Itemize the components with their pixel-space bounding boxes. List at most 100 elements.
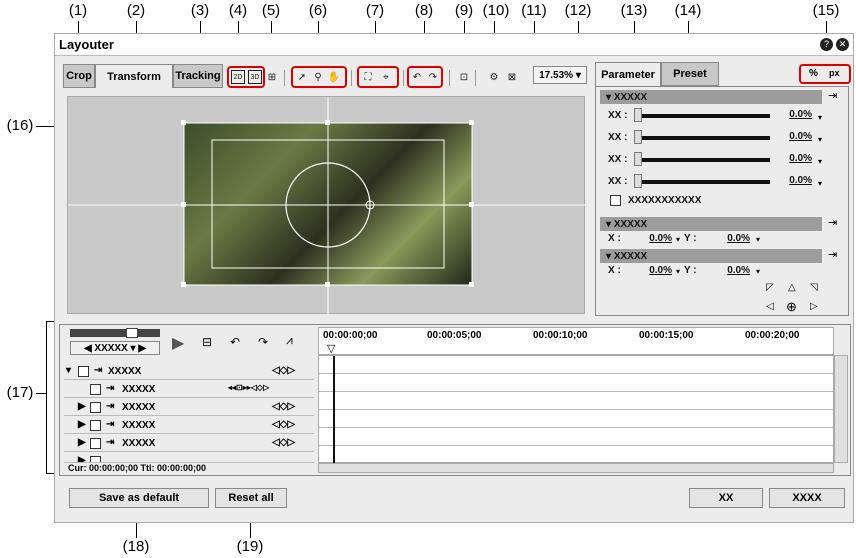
snap-icon[interactable]: ⊡: [457, 70, 471, 84]
unit-toggle: [799, 64, 851, 84]
xx-button[interactable]: XX: [689, 488, 763, 508]
xxxx-button[interactable]: XXXX: [769, 488, 845, 508]
callout-7: (7): [365, 2, 385, 19]
fit-frame-icon[interactable]: ⛶: [361, 70, 375, 84]
callout-5: (5): [261, 2, 281, 19]
track-header: ◀ XXXXX ▾ ▶ ▶ ⊟ ↶ ↷ ⩘: [64, 327, 314, 363]
zoom-slider[interactable]: [70, 329, 160, 337]
timeline-tracks[interactable]: [318, 355, 834, 464]
param-knob-2[interactable]: [634, 130, 642, 144]
tab-tracking[interactable]: Tracking: [173, 64, 223, 88]
v-scrollbar[interactable]: [834, 355, 848, 463]
center-target-icon[interactable]: ⌖: [379, 70, 393, 84]
g2-y-label: Y :: [684, 233, 697, 244]
track-dropdown[interactable]: ◀ XXXXX ▾ ▶: [70, 341, 160, 355]
param-value-1[interactable]: 0.0%: [780, 109, 812, 120]
param-slider-4[interactable]: [636, 180, 770, 184]
g3-y-value[interactable]: 0.0%: [704, 265, 750, 276]
3d-mode-icon[interactable]: 3D: [248, 70, 262, 84]
param-slider-3[interactable]: [636, 158, 770, 162]
zoom-value: 17.53%: [539, 69, 574, 81]
param-slider-2[interactable]: [636, 136, 770, 140]
export-icon-2[interactable]: ⇥: [828, 216, 837, 229]
param-value-4[interactable]: 0.0%: [780, 175, 812, 186]
h-scrollbar[interactable]: [318, 463, 834, 473]
param-value-2[interactable]: 0.0%: [780, 131, 812, 142]
playhead-icon[interactable]: ▽: [327, 342, 335, 355]
g3-x-label: X :: [608, 265, 621, 276]
param-label-2: XX :: [608, 132, 628, 143]
track-row[interactable]: ▶ ⇥ XXXXX ◁◇▷: [64, 399, 314, 416]
callout-14: (14): [674, 2, 702, 19]
undo-icon[interactable]: ↶: [410, 70, 424, 84]
track-row[interactable]: ▾ ⇥ XXXXX ◁◇▷: [64, 363, 314, 380]
center-icon[interactable]: ⊕: [786, 299, 797, 315]
group-header-2[interactable]: ▾ XXXXX: [600, 217, 822, 231]
arrow-up-right-icon[interactable]: ◹: [810, 282, 818, 293]
param-value-3[interactable]: 0.0%: [780, 153, 812, 164]
arrow-left-icon[interactable]: ◁: [766, 301, 774, 312]
zoom-dropdown[interactable]: 17.53% ▾: [533, 66, 587, 84]
param-label-4: XX :: [608, 176, 628, 187]
tab-parameter[interactable]: Parameter: [595, 62, 661, 86]
track-row[interactable]: ▶ ⇥ XXXXX ◁◇▷: [64, 417, 314, 434]
preview-area[interactable]: [67, 96, 586, 315]
group-header-1[interactable]: ▾ XXXXX: [600, 90, 822, 104]
window-title: Layouter: [59, 37, 114, 52]
tab-preset[interactable]: Preset: [661, 62, 719, 86]
full-frame-icon[interactable]: ⊠: [505, 70, 519, 84]
track-row[interactable]: ▶ ⇥ XXXXX ◁◇▷: [64, 435, 314, 452]
g2-y-value[interactable]: 0.0%: [704, 233, 750, 244]
param-label-3: XX :: [608, 154, 628, 165]
export-icon-1[interactable]: ⇥: [828, 89, 837, 102]
g2-x-label: X :: [608, 233, 621, 244]
tab-transform[interactable]: Transform: [95, 64, 173, 88]
fit-window-icon[interactable]: ⚙: [487, 70, 501, 84]
graph-icon[interactable]: ⩘: [286, 333, 293, 348]
close-icon[interactable]: ✕: [836, 38, 849, 51]
unit-percent[interactable]: %: [809, 68, 818, 79]
play-icon[interactable]: ▶: [172, 333, 184, 353]
export-icon-3[interactable]: ⇥: [828, 248, 837, 261]
playhead-line[interactable]: [333, 356, 335, 464]
callout-3: (3): [190, 2, 210, 19]
timeline-panel: ◀ XXXXX ▾ ▶ ▶ ⊟ ↶ ↷ ⩘ ▾ ⇥ XXXXX ◁◇▷ ⇥ XXXXX ◂…: [59, 324, 851, 476]
redo-kf-icon[interactable]: ↷: [258, 335, 268, 349]
g2-x-value[interactable]: 0.0%: [624, 233, 672, 244]
add-keyframe-icon[interactable]: ⊟: [202, 335, 212, 349]
unit-px[interactable]: px: [829, 68, 840, 78]
track-row[interactable]: ▶: [64, 453, 314, 463]
redo-icon[interactable]: ↷: [426, 70, 440, 84]
2d-mode-icon[interactable]: 2D: [231, 70, 245, 84]
zoom-icon[interactable]: ⚲: [311, 70, 325, 84]
param-knob-1[interactable]: [634, 108, 642, 122]
hand-icon[interactable]: ✋: [327, 70, 341, 84]
select-arrow-icon[interactable]: ➚: [295, 70, 309, 84]
grid-icon[interactable]: ⊞: [265, 70, 279, 84]
undo-kf-icon[interactable]: ↶: [230, 335, 240, 349]
title-bar: Layouter ? ✕: [55, 34, 853, 56]
save-as-default-button[interactable]: Save as default: [69, 488, 209, 508]
param-checkbox[interactable]: [610, 195, 621, 206]
reset-all-button[interactable]: Reset all: [215, 488, 287, 508]
g3-x-value[interactable]: 0.0%: [624, 265, 672, 276]
arrow-up-left-icon[interactable]: ◸: [766, 282, 774, 293]
param-slider-1[interactable]: [636, 114, 770, 118]
param-checkbox-label: XXXXXXXXXXX: [628, 195, 702, 206]
param-knob-4[interactable]: [634, 174, 642, 188]
callout-18: (18): [122, 538, 150, 555]
param-knob-3[interactable]: [634, 152, 642, 166]
callout-8: (8): [414, 2, 434, 19]
callout-2: (2): [126, 2, 146, 19]
arrow-right-icon[interactable]: ▷: [810, 301, 818, 312]
callout-19: (19): [236, 538, 264, 555]
help-icon[interactable]: ?: [820, 38, 833, 51]
timeline-ruler[interactable]: 00:00:00;00 00:00:05;00 00:00:10;00 00:0…: [318, 327, 834, 355]
callout-11: (11): [521, 2, 547, 19]
callout-17: (17): [6, 384, 34, 401]
track-row[interactable]: ⇥ XXXXX ◂◂⊡▸▸◁◇▷: [64, 381, 314, 398]
group-header-3[interactable]: ▾ XXXXX: [600, 249, 822, 263]
transform-overlay: [68, 97, 586, 315]
tab-crop[interactable]: Crop: [63, 64, 95, 88]
arrow-up-icon[interactable]: △: [788, 282, 796, 293]
